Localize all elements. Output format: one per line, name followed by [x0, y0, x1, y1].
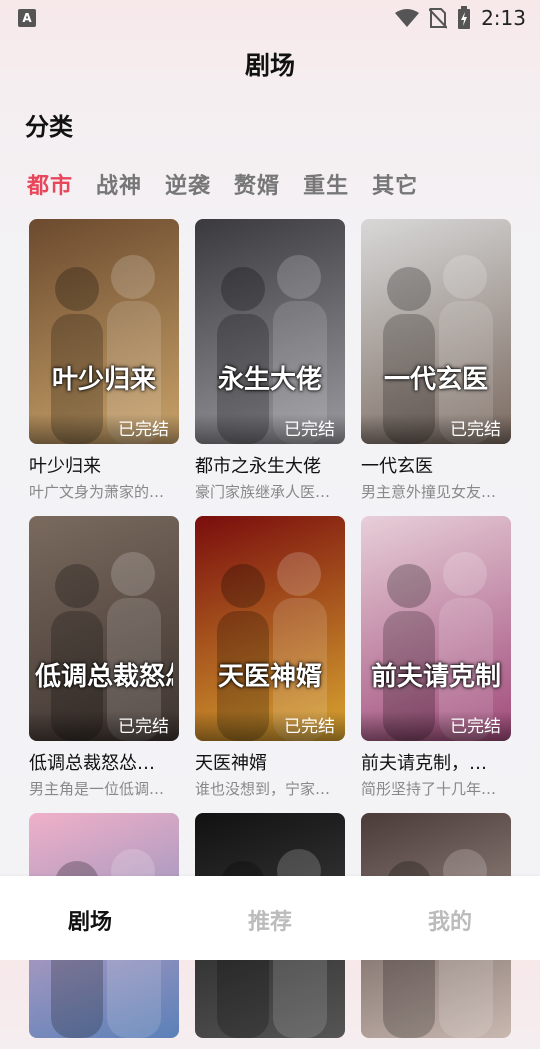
poster-title-art: 永生大佬 — [217, 365, 322, 395]
status-badge-label: 已完结 — [450, 420, 501, 440]
status-bar: A 2:13 — [0, 0, 540, 36]
status-badge: 已完结 — [29, 711, 179, 741]
poster-title-art: 一代玄医 — [383, 365, 488, 395]
clock: 2:13 — [481, 6, 526, 30]
nav-theater[interactable]: 剧场 — [0, 876, 180, 960]
tab-urban[interactable]: 都市 — [27, 168, 73, 200]
status-badge-label: 已完结 — [118, 717, 169, 737]
no-sim-icon — [429, 8, 448, 29]
tab-other[interactable]: 其它 — [372, 168, 418, 200]
poster-figures — [383, 552, 493, 741]
status-badge: 已完结 — [361, 414, 511, 444]
wifi-icon — [395, 9, 420, 27]
section-title: 分类 — [25, 113, 73, 141]
poster-title-art: 天医神婿 — [217, 662, 322, 692]
status-badge: 已完结 — [361, 711, 511, 741]
drama-card[interactable]: 永生大佬已完结都市之永生大佬 豪门家族继承人医… — [195, 219, 345, 502]
status-badge-label: 已完结 — [450, 717, 501, 737]
status-badge-label: 已完结 — [118, 420, 169, 440]
drama-description: 简彤坚持了十几年… — [361, 780, 497, 798]
poster-title-art: 叶少归来 — [51, 365, 156, 395]
drama-poster[interactable]: 永生大佬已完结 — [195, 219, 345, 444]
drama-poster[interactable]: 低调总裁怒怂已完结 — [29, 516, 179, 741]
drama-title: 叶少归来 — [29, 456, 101, 477]
drama-description: 豪门家族继承人医… — [195, 483, 331, 501]
poster-figures — [51, 552, 161, 741]
drama-title: 都市之永生大佬 — [195, 456, 321, 477]
battery-charging-icon — [458, 6, 471, 29]
tab-son-in-law[interactable]: 赘婿 — [234, 168, 280, 200]
drama-poster[interactable]: 叶少归来已完结 — [29, 219, 179, 444]
status-icons: 2:13 — [395, 6, 526, 30]
drama-card[interactable]: 一代玄医 已完结 一代玄医 男主意外撞见女友… — [361, 219, 511, 502]
nav-recommend[interactable]: 推荐 — [180, 876, 360, 960]
drama-title: 一代玄医 — [361, 456, 433, 477]
drama-title: 天医神婿 — [195, 753, 267, 774]
drama-poster[interactable]: 一代玄医已完结 — [361, 219, 511, 444]
nav-mine[interactable]: 我的 — [360, 876, 540, 960]
drama-poster[interactable]: 天医神婿已完结 — [195, 516, 345, 741]
poster-figures — [217, 552, 327, 741]
poster-image — [195, 219, 345, 444]
drama-title: 前夫请克制，… — [361, 753, 487, 774]
poster-image — [29, 219, 179, 444]
page-title: 剧场 — [244, 51, 295, 80]
drama-title: 低调总裁怒怂… — [29, 753, 155, 774]
poster-title-art: 前夫请克制 — [370, 662, 501, 692]
poster-image — [361, 219, 511, 444]
drama-description: 男主角是一位低调… — [29, 780, 165, 798]
poster-figures — [217, 255, 327, 444]
bottom-nav: 剧场 推荐 我的 — [0, 876, 540, 960]
tab-rebirth[interactable]: 重生 — [303, 168, 349, 200]
drama-description: 谁也没想到，宁家… — [195, 780, 331, 798]
drama-description: 男主意外撞见女友… — [361, 483, 497, 501]
poster-title-art: 低调总裁怒怂 — [35, 662, 173, 692]
drama-description: 叶广文身为萧家的… — [29, 483, 165, 501]
drama-poster[interactable]: 前夫请克制已完结 — [361, 516, 511, 741]
category-tabs: 都市 战神 逆袭 赘婿 重生 其它 — [27, 168, 418, 200]
status-badge: 已完结 — [195, 711, 345, 741]
poster-figures — [383, 255, 493, 444]
drama-card[interactable]: 低调总裁怒怂已完结低调总裁怒怂… 男主角是一位低调… — [29, 516, 179, 799]
drama-card[interactable]: 前夫请克制已完结前夫请克制，… 简彤坚持了十几年… — [361, 516, 511, 799]
poster-image — [29, 516, 179, 741]
status-badge-label: 已完结 — [284, 420, 335, 440]
app-notification-icon: A — [18, 9, 36, 27]
status-badge-label: 已完结 — [284, 717, 335, 737]
poster-image — [361, 516, 511, 741]
poster-figures — [51, 255, 161, 444]
status-badge: 已完结 — [29, 414, 179, 444]
tab-war-god[interactable]: 战神 — [96, 168, 142, 200]
tab-comeback[interactable]: 逆袭 — [165, 168, 211, 200]
poster-image — [195, 516, 345, 741]
status-badge: 已完结 — [195, 414, 345, 444]
drama-card[interactable]: 叶少归来 已完结 叶少归来 叶广文身为萧家的… — [29, 219, 179, 502]
drama-card[interactable]: 天医神婿 已完结 天医神婿 谁也没想到，宁家… — [195, 516, 345, 799]
